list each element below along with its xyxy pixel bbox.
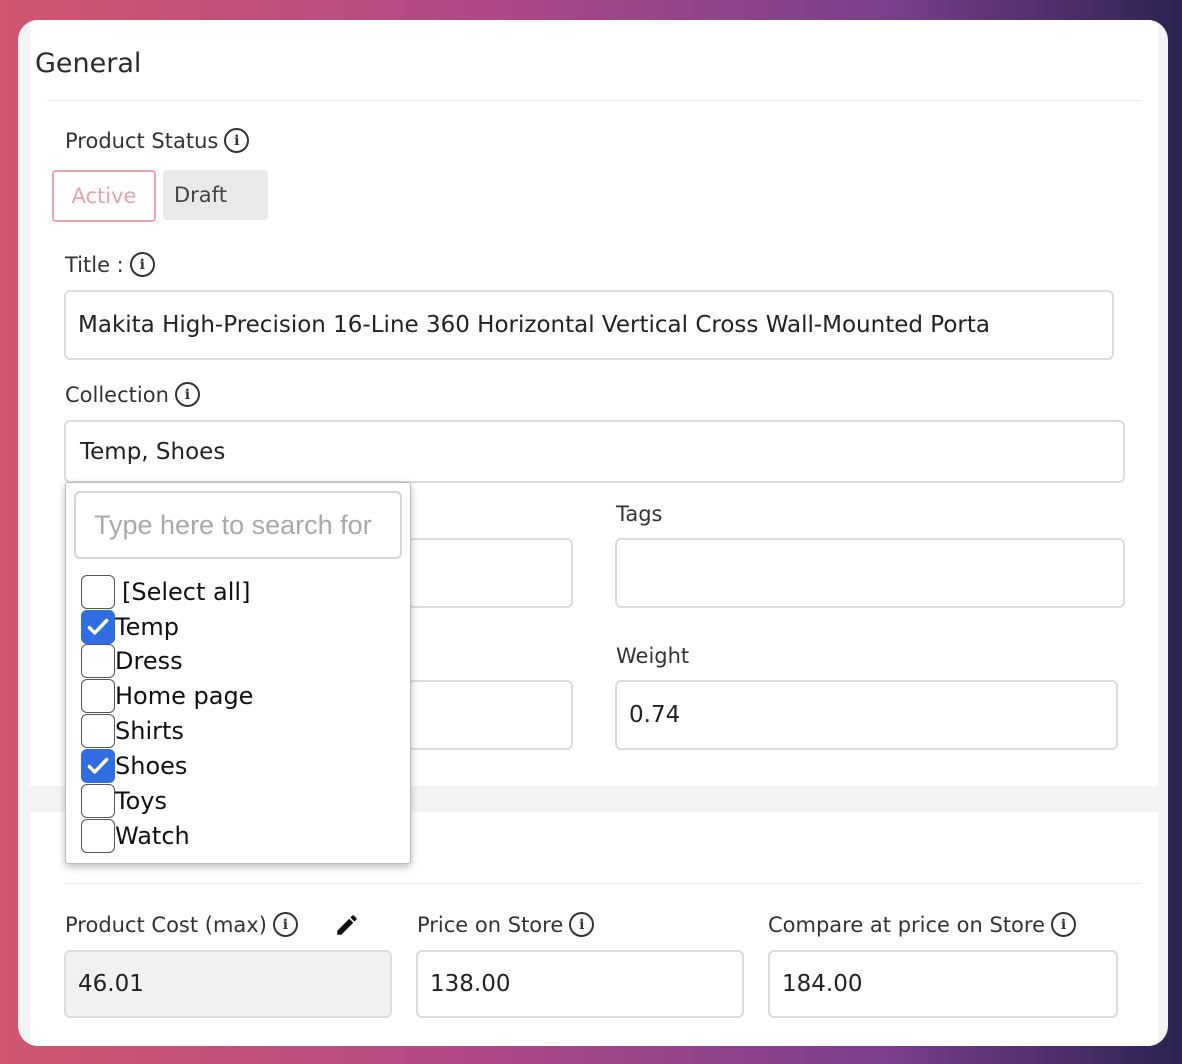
compare-at-price-label: Compare at price on Store i [768, 912, 1076, 937]
checkbox[interactable] [81, 784, 115, 818]
weight-label: Weight [616, 644, 690, 668]
compare-at-price-input[interactable]: 184.00 [768, 950, 1118, 1018]
checkbox[interactable] [81, 679, 115, 713]
option-label: [Select all] [122, 578, 251, 606]
checkbox[interactable] [81, 714, 115, 748]
section-title-general: General [35, 48, 142, 79]
info-icon[interactable]: i [569, 912, 595, 937]
price-on-store-input[interactable]: 138.00 [416, 950, 744, 1018]
product-status-label-text: Product Status [65, 128, 219, 153]
option-dress[interactable]: Dress [81, 644, 183, 678]
price-on-store-label-text: Price on Store [417, 912, 564, 937]
option-label: Toys [115, 787, 167, 815]
obscured-field[interactable] [408, 538, 573, 608]
collection-search-input[interactable] [74, 491, 402, 559]
option-label: Dress [115, 647, 183, 675]
collection-label: Collection i [65, 382, 200, 407]
product-cost-label-text: Product Cost (max) [65, 912, 267, 937]
compare-at-price-label-text: Compare at price on Store [768, 912, 1045, 937]
title-label-text: Title : [65, 252, 124, 277]
option-temp[interactable]: Temp [81, 610, 179, 644]
collection-dropdown: [Select all] Temp Dress Home page Shirts… [65, 482, 411, 864]
pricing-divider [65, 883, 1141, 884]
status-draft-button[interactable]: Draft [163, 170, 268, 220]
option-shirts[interactable]: Shirts [81, 714, 184, 748]
checkbox-checked[interactable] [81, 610, 115, 644]
checkbox-checked[interactable] [81, 749, 115, 783]
tags-label: Tags [616, 502, 663, 526]
checkbox[interactable] [81, 575, 115, 609]
tags-input[interactable] [615, 538, 1125, 608]
collection-select[interactable]: Temp, Shoes [64, 420, 1125, 483]
option-toys[interactable]: Toys [81, 784, 167, 818]
check-icon [87, 618, 109, 635]
section-divider [47, 100, 1141, 101]
status-active-button[interactable]: Active [52, 170, 156, 222]
option-label: Shoes [115, 752, 188, 780]
info-icon[interactable]: i [1051, 912, 1076, 937]
option-shoes[interactable]: Shoes [81, 749, 187, 783]
price-on-store-label: Price on Store i [417, 912, 595, 937]
option-select-all[interactable]: [Select all] [81, 575, 250, 609]
option-watch[interactable]: Watch [81, 819, 190, 853]
checkbox[interactable] [81, 644, 115, 678]
option-label: Shirts [115, 717, 184, 745]
check-icon [87, 757, 109, 774]
info-icon[interactable]: i [174, 382, 200, 407]
product-cost-input[interactable]: 46.01 [64, 950, 392, 1018]
product-cost-label: Product Cost (max) i [65, 912, 298, 937]
app-frame: General Product Status i Active Draft Ti… [18, 20, 1168, 1046]
obscured-field-2[interactable] [408, 680, 573, 750]
title-input[interactable]: Makita High-Precision 16-Line 360 Horizo… [64, 290, 1114, 360]
product-status-label: Product Status i [65, 128, 250, 153]
option-label: Home page [115, 682, 254, 710]
pencil-icon[interactable] [334, 912, 360, 938]
option-label: Watch [115, 822, 190, 850]
collection-label-text: Collection [65, 382, 169, 407]
info-icon[interactable]: i [272, 912, 298, 937]
checkbox[interactable] [81, 819, 115, 853]
option-label: Temp [115, 613, 179, 641]
info-icon[interactable]: i [224, 128, 250, 153]
info-icon[interactable]: i [129, 252, 155, 277]
option-home-page[interactable]: Home page [81, 679, 253, 713]
title-label: Title : i [65, 252, 155, 277]
weight-input[interactable]: 0.74 [615, 680, 1118, 750]
